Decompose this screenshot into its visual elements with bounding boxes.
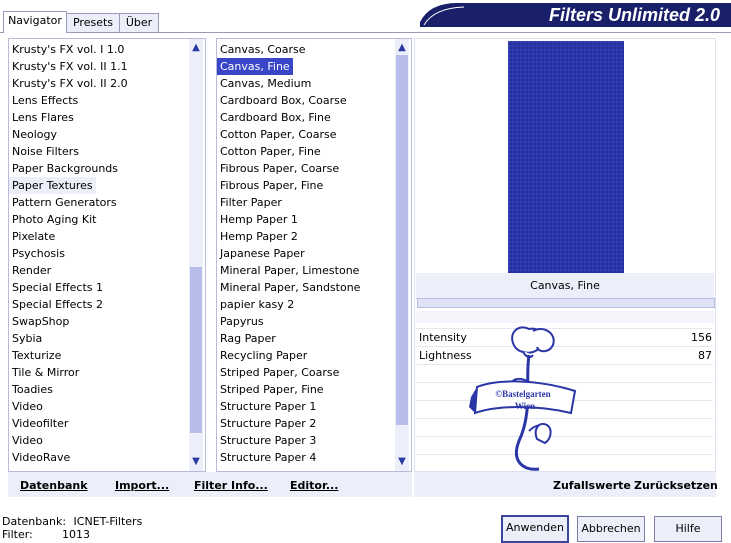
filter-item[interactable]: Rag Paper <box>217 330 279 347</box>
randomize-button[interactable]: Zufallswerte <box>553 479 631 492</box>
filter-item[interactable]: papier kasy 2 <box>217 296 297 313</box>
tab-about[interactable]: Über <box>119 13 159 32</box>
category-item[interactable]: VideoRave <box>9 449 73 466</box>
filter-item[interactable]: Structure Paper 4 <box>217 449 319 466</box>
watermark-text: Wien <box>515 401 535 411</box>
filter-scroll-thumb[interactable] <box>396 55 408 425</box>
status-label: Filter: <box>2 528 33 541</box>
filter-item[interactable]: Cotton Paper, Coarse <box>217 126 340 143</box>
help-button[interactable]: Hilfe <box>654 516 722 542</box>
parameter-label: Lightness <box>419 349 472 362</box>
preview-panel: Canvas, Fine Intensity 156 Lightness 87 … <box>414 38 716 472</box>
filter-info-link[interactable]: Filter Info... <box>194 479 268 492</box>
preview-filter-name: Canvas, Fine <box>416 273 714 298</box>
category-scroll-thumb[interactable] <box>190 267 202 433</box>
filter-item[interactable]: Canvas, Coarse <box>217 41 309 58</box>
category-item[interactable]: Pixelate <box>9 228 58 245</box>
parameter-value: 87 <box>698 349 712 362</box>
filter-item[interactable]: Cardboard Box, Fine <box>217 109 334 126</box>
category-item[interactable]: Sybia <box>9 330 45 347</box>
filter-item[interactable]: Filter Paper <box>217 194 285 211</box>
filter-item[interactable]: Papyrus <box>217 313 267 330</box>
status-value: 1013 <box>62 528 90 541</box>
cancel-button[interactable]: Abbrechen <box>577 516 645 542</box>
filter-item[interactable]: Mineral Paper, Limestone <box>217 262 362 279</box>
category-item[interactable]: Neology <box>9 126 60 143</box>
filter-item[interactable]: Mineral Paper, Sandstone <box>217 279 363 296</box>
category-scrollbar[interactable]: ▲ ▼ <box>189 39 203 471</box>
category-item[interactable]: Video <box>9 432 46 449</box>
category-item[interactable]: Psychosis <box>9 245 68 262</box>
filter-item[interactable]: Structure Paper 1 <box>217 398 319 415</box>
category-item[interactable]: Krusty's FX vol. I 1.0 <box>9 41 127 58</box>
filter-item[interactable]: Fibrous Paper, Coarse <box>217 160 342 177</box>
tab-navigator[interactable]: Navigator <box>3 11 67 33</box>
category-item[interactable]: Paper Backgrounds <box>9 160 121 177</box>
category-item[interactable]: Noise Filters <box>9 143 82 160</box>
status-value: ICNET-Filters <box>73 515 143 528</box>
category-item[interactable]: Lens Flares <box>9 109 77 126</box>
category-item[interactable]: Special Effects 2 <box>9 296 106 313</box>
category-item[interactable]: Tile & Mirror <box>9 364 82 381</box>
category-item[interactable]: Special Effects 1 <box>9 279 106 296</box>
category-item[interactable]: Krusty's FX vol. II 1.1 <box>9 58 131 75</box>
filter-scrollbar[interactable]: ▲ ▼ <box>395 39 409 471</box>
category-item[interactable]: Krusty's FX vol. II 2.0 <box>9 75 131 92</box>
filter-item[interactable]: Hemp Paper 2 <box>217 228 301 245</box>
filter-item[interactable]: Fibrous Paper, Fine <box>217 177 326 194</box>
filter-item[interactable]: Structure Paper 2 <box>217 415 319 432</box>
category-list[interactable]: Krusty's FX vol. I 1.0 Krusty's FX vol. I… <box>8 38 206 472</box>
filter-item[interactable]: Cotton Paper, Fine <box>217 143 324 160</box>
category-item[interactable]: Render <box>9 262 54 279</box>
parameter-label: Intensity <box>419 331 467 344</box>
filter-item[interactable]: Canvas, Fine <box>217 58 293 75</box>
category-item[interactable]: Paper Textures <box>9 177 96 194</box>
scroll-down-icon[interactable]: ▼ <box>189 455 203 469</box>
category-item[interactable]: Photo Aging Kit <box>9 211 99 228</box>
category-item[interactable]: Lens Effects <box>9 92 81 109</box>
editor-link[interactable]: Editor... <box>290 479 338 492</box>
filter-item[interactable]: Japanese Paper <box>217 245 308 262</box>
parameter-value: 156 <box>691 331 712 344</box>
category-item[interactable]: Texturize <box>9 347 64 364</box>
banner-title: Filters Unlimited 2.0 <box>549 5 720 25</box>
database-link[interactable]: Datenbank <box>20 479 88 492</box>
watermark-text: ©Bastelgarten <box>495 389 550 399</box>
preview-image <box>508 41 624 273</box>
filter-item[interactable]: Cardboard Box, Coarse <box>217 92 350 109</box>
status-database: Datenbank: ICNET-Filters <box>2 515 142 528</box>
status-label: Datenbank: <box>2 515 67 528</box>
apply-button[interactable]: Anwenden <box>501 515 569 543</box>
scroll-up-icon[interactable]: ▲ <box>395 41 409 55</box>
reset-button[interactable]: Zurücksetzen <box>634 479 718 492</box>
filter-item[interactable]: Canvas, Medium <box>217 75 314 92</box>
tab-divider <box>0 32 731 33</box>
tab-presets[interactable]: Presets <box>66 13 120 32</box>
filter-item[interactable]: Striped Paper, Coarse <box>217 364 342 381</box>
progress-bar <box>417 298 715 308</box>
status-filter: Filter: 1013 <box>2 528 90 541</box>
filter-item[interactable]: Hemp Paper 1 <box>217 211 301 228</box>
category-item[interactable]: Videofilter <box>9 415 71 432</box>
category-item[interactable]: SwapShop <box>9 313 72 330</box>
filter-list[interactable]: Canvas, Coarse Canvas, Fine Canvas, Medium… <box>216 38 412 472</box>
watermark-flower: ©Bastelgarten Wien <box>469 326 577 471</box>
import-link[interactable]: Import... <box>115 479 169 492</box>
scroll-up-icon[interactable]: ▲ <box>189 41 203 55</box>
filter-item[interactable]: Structure Paper 3 <box>217 432 319 449</box>
filter-item[interactable]: Recycling Paper <box>217 347 310 364</box>
title-banner: Filters Unlimited 2.0 <box>420 2 731 27</box>
scroll-down-icon[interactable]: ▼ <box>395 455 409 469</box>
category-item[interactable]: Video <box>9 398 46 415</box>
filter-item[interactable]: Striped Paper, Fine <box>217 381 327 398</box>
category-item[interactable]: Pattern Generators <box>9 194 120 211</box>
category-item[interactable]: Toadies <box>9 381 56 398</box>
